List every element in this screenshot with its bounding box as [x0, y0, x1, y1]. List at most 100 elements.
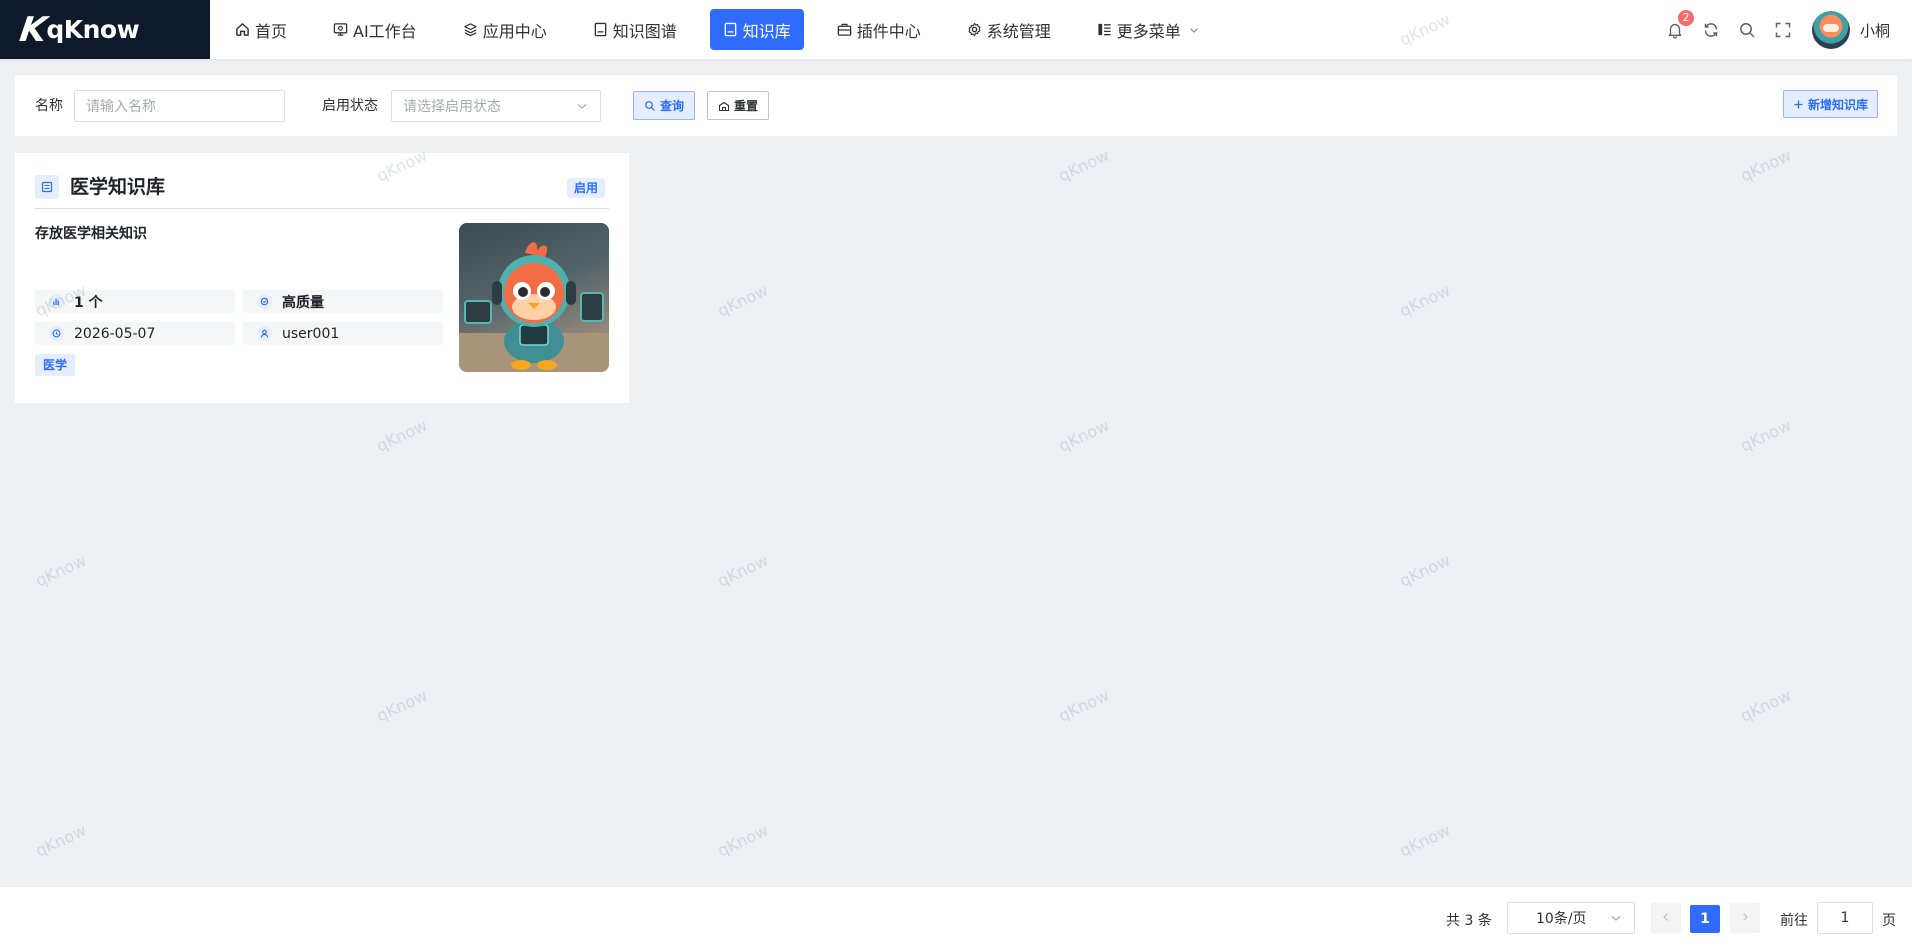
pagination-bar: 共 3 条 10条/页 1 前往 1 页: [0, 887, 1912, 948]
nav-label: 知识库: [742, 21, 791, 41]
nav-item-more-menu[interactable]: 更多菜单: [1084, 9, 1212, 50]
watermark: qKnow: [1737, 415, 1795, 456]
nav-label: 插件中心: [856, 21, 921, 41]
nav-item-knowledge-base[interactable]: 知识库: [709, 9, 804, 50]
goto-page-input[interactable]: 1: [1817, 902, 1873, 934]
watermark: qKnow: [32, 550, 90, 591]
nav-item-ai-workbench[interactable]: AI工作台: [320, 9, 430, 50]
goto-label: 前往: [1780, 913, 1808, 929]
page-number-current[interactable]: 1: [1690, 905, 1720, 933]
clock-icon: [49, 326, 64, 341]
nav-label: 知识图谱: [612, 21, 677, 41]
page-size-value: 10条/页: [1536, 911, 1587, 927]
watermark: qKnow: [1396, 820, 1454, 861]
created-date-value: 2026-05-07: [74, 325, 156, 342]
nav-label: 更多菜单: [1116, 21, 1181, 41]
chart-icon: [49, 294, 64, 309]
query-button[interactable]: 查询: [633, 91, 696, 120]
header-tools: 2 小桐: [1650, 10, 1890, 50]
card-header: 医学知识库 启用: [35, 175, 609, 209]
watermark: qKnow: [714, 550, 772, 591]
book-icon: [723, 22, 738, 37]
chevron-down-icon: [1189, 20, 1199, 39]
watermark: qKnow: [714, 280, 772, 321]
watermark: qKnow: [1055, 685, 1113, 726]
main-nav: 首页 AI工作台 应用中心 知识图谱 知识库 插件中心 系统管理 更多菜单: [222, 9, 1232, 50]
watermark: qKnow: [1737, 685, 1795, 726]
status-select[interactable]: 请选择启用状态: [391, 90, 601, 122]
search-icon[interactable]: [1736, 19, 1758, 41]
search-icon: [644, 100, 656, 112]
created-date: 2026-05-07: [35, 322, 235, 345]
name-label: 名称: [35, 98, 63, 114]
status-select-placeholder: 请选择启用状态: [403, 99, 501, 115]
watermark: qKnow: [1396, 280, 1454, 321]
add-knowledge-base-button[interactable]: 新增知识库: [1783, 90, 1879, 118]
chevron-left-icon: [1661, 910, 1671, 926]
add-button-label: 新增知识库: [1808, 97, 1869, 112]
watermark: qKnow: [373, 685, 431, 726]
status-badge: 启用: [566, 178, 605, 198]
home-icon: [235, 22, 250, 37]
cover-image: [459, 223, 609, 372]
nav-label: 首页: [255, 21, 288, 41]
quality-icon: [257, 294, 272, 309]
avatar[interactable]: [1811, 11, 1850, 49]
nav-item-system-management[interactable]: 系统管理: [954, 9, 1064, 50]
nav-label: 应用中心: [482, 21, 547, 41]
book-icon: [35, 175, 59, 199]
watermark: qKnow: [373, 415, 431, 456]
plus-icon: [1793, 99, 1804, 110]
top-navbar: K qKnow 首页 AI工作台 应用中心 知识图谱 知识库 插件中心 系统管理…: [0, 0, 1912, 59]
gear-icon: [967, 22, 982, 37]
brand-logo[interactable]: K qKnow: [0, 0, 210, 59]
watermark: qKnow: [1396, 550, 1454, 591]
user-name[interactable]: 小桐: [1860, 20, 1890, 41]
search-form: 名称 请输入名称 启用状态 请选择启用状态 查询 重置 新增知识库: [15, 75, 1897, 136]
page-size-select[interactable]: 10条/页: [1507, 902, 1635, 934]
notification-badge: 2: [1677, 10, 1694, 26]
nav-label: 系统管理: [986, 21, 1051, 41]
quality-level: 高质量: [243, 290, 443, 313]
briefcase-icon: [837, 22, 852, 37]
watermark: qKnow: [714, 820, 772, 861]
total-count: 共 3 条: [1446, 913, 1492, 929]
doc-count: 1 个: [35, 290, 235, 313]
reset-button[interactable]: 重置: [707, 91, 770, 120]
card-description: 存放医学相关知识: [35, 226, 147, 242]
chevron-down-icon: [576, 100, 588, 116]
status-label: 启用状态: [322, 98, 378, 114]
name-input-placeholder: 请输入名称: [86, 99, 156, 115]
watermark: qKnow: [1055, 415, 1113, 456]
reset-icon: [718, 100, 730, 112]
monitor-icon: [333, 22, 348, 37]
menu-icon: [1097, 22, 1112, 37]
goto-unit: 页: [1882, 913, 1896, 929]
next-page-button[interactable]: [1730, 903, 1760, 933]
document-icon: [593, 22, 608, 37]
card-title: 医学知识库: [70, 176, 166, 198]
reset-button-label: 重置: [734, 99, 759, 113]
prev-page-button[interactable]: [1651, 903, 1681, 933]
nav-item-home[interactable]: 首页: [222, 9, 300, 50]
knowledge-base-card[interactable]: 医学知识库 启用 存放医学相关知识 1 个 高质量 2026-05-07 use…: [15, 153, 629, 403]
owner-value: user001: [282, 325, 340, 342]
owner: user001: [243, 322, 443, 345]
name-input[interactable]: 请输入名称: [74, 90, 285, 122]
watermark: qKnow: [1737, 145, 1795, 186]
nav-item-knowledge-graph[interactable]: 知识图谱: [580, 9, 690, 50]
nav-item-app-center[interactable]: 应用中心: [450, 9, 560, 50]
user-icon: [257, 326, 272, 341]
watermark: qKnow: [1055, 145, 1113, 186]
chevron-right-icon: [1740, 910, 1750, 926]
layers-icon: [463, 22, 478, 37]
quality-value: 高质量: [282, 294, 324, 311]
nav-item-plugin-center[interactable]: 插件中心: [824, 9, 934, 50]
bell-icon[interactable]: 2: [1664, 10, 1694, 41]
chevron-down-icon: [1610, 912, 1622, 928]
logo-text: qKnow: [46, 15, 140, 44]
refresh-icon[interactable]: [1700, 19, 1722, 41]
doc-count-value: 1 个: [74, 294, 103, 311]
logo-mark-icon: K: [17, 9, 48, 50]
fullscreen-icon[interactable]: [1772, 19, 1794, 41]
